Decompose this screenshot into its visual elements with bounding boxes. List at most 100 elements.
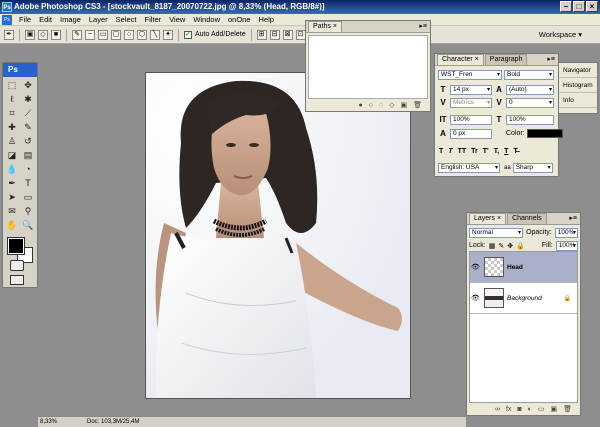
add-to-path-icon[interactable]: ⊞ (256, 29, 267, 40)
zoom-tool-icon[interactable]: 🔍 (21, 219, 36, 232)
intersect-path-icon[interactable]: ⊠ (282, 29, 293, 40)
dock-info[interactable]: Info (559, 93, 597, 108)
workspace-button[interactable]: Workspace ▾ (539, 30, 582, 39)
lasso-tool-icon[interactable]: ℓ (5, 93, 20, 106)
polygon-icon[interactable]: ⬡ (137, 29, 147, 40)
foreground-color-swatch[interactable] (7, 237, 25, 255)
crop-tool-icon[interactable]: ⌗ (5, 107, 20, 120)
minimize-button[interactable]: – (560, 1, 572, 12)
paths-mode-icon[interactable]: ◇ (38, 29, 48, 40)
delete-layer-icon[interactable]: 🗑 (563, 404, 572, 415)
baseline-shift-field[interactable]: 0 px (450, 128, 492, 139)
horizontal-scale-field[interactable]: 100% (506, 114, 554, 125)
menu-window[interactable]: Window (189, 14, 224, 26)
adjustment-layer-icon[interactable]: ◐ (528, 404, 532, 415)
small-caps-button[interactable]: Tr (471, 148, 478, 155)
document-icon[interactable]: Ps (2, 14, 12, 25)
superscript-button[interactable]: T' (483, 148, 489, 155)
ellipse-icon[interactable]: ○ (124, 29, 134, 40)
tab-channels[interactable]: Channels (507, 213, 547, 224)
font-style-select[interactable]: Bold (504, 69, 554, 80)
menu-view[interactable]: View (165, 14, 189, 26)
panel-menu-icon[interactable]: ▸≡ (419, 22, 427, 30)
link-layers-icon[interactable]: ∞ (495, 404, 500, 415)
menu-onone[interactable]: onOne (224, 14, 255, 26)
lock-position-icon[interactable]: ✥ (507, 242, 513, 250)
lock-transparency-icon[interactable]: ▦ (489, 242, 496, 250)
menu-file[interactable]: File (15, 14, 35, 26)
faux-bold-button[interactable]: T (439, 148, 443, 155)
quick-mask-icon[interactable] (10, 260, 24, 271)
delete-path-icon[interactable]: 🗑 (413, 100, 422, 111)
custom-shape-icon[interactable]: ✦ (163, 29, 173, 40)
shape-layers-icon[interactable]: ▣ (25, 29, 35, 40)
clone-stamp-icon[interactable]: ♙ (5, 135, 20, 148)
pen-icon[interactable]: ✎ (72, 29, 82, 40)
fill-path-icon[interactable]: ● (358, 100, 362, 111)
menu-layer[interactable]: Layer (85, 14, 112, 26)
fill-field[interactable]: 100% (555, 240, 578, 251)
new-group-icon[interactable]: ▭ (538, 404, 545, 415)
lock-pixels-icon[interactable]: ✎ (498, 242, 504, 250)
strikethrough-button[interactable]: T̶ (513, 148, 517, 155)
new-layer-icon[interactable]: ▣ (550, 404, 557, 415)
menu-filter[interactable]: Filter (141, 14, 166, 26)
all-caps-button[interactable]: TT (458, 148, 467, 155)
dock-navigator[interactable]: Navigator (559, 63, 597, 78)
subtract-path-icon[interactable]: ⊟ (269, 29, 280, 40)
faux-italic-button[interactable]: T (448, 148, 452, 155)
dock-histogram[interactable]: Histogram (559, 78, 597, 93)
freeform-pen-icon[interactable]: ~ (85, 29, 95, 40)
marquee-tool-icon[interactable]: ⬚ (5, 79, 20, 92)
menu-edit[interactable]: Edit (35, 14, 56, 26)
layer-row-head[interactable]: 👁 Head (470, 252, 577, 283)
photoshop-app-icon[interactable]: Ps (2, 2, 12, 12)
vertical-scale-field[interactable]: 100% (450, 114, 492, 125)
eraser-tool-icon[interactable]: ◪ (5, 149, 20, 162)
stroke-path-icon[interactable]: ○ (369, 100, 373, 111)
add-mask-icon[interactable]: ◙ (517, 404, 521, 415)
language-select[interactable]: English: USA (438, 162, 500, 173)
move-tool-icon[interactable]: ✥ (21, 79, 36, 92)
history-brush-icon[interactable]: ↺ (21, 135, 36, 148)
maximize-button[interactable]: □ (573, 1, 585, 12)
auto-add-delete-checkbox[interactable]: ✓ (184, 30, 192, 39)
rectangle-icon[interactable]: ▭ (98, 29, 108, 40)
dodge-tool-icon[interactable]: ◔ (21, 163, 36, 176)
magic-wand-tool-icon[interactable]: ✱ (21, 93, 36, 106)
tab-paragraph[interactable]: Paragraph (484, 54, 528, 65)
shape-tool-icon[interactable]: ▭ (21, 191, 36, 204)
antialias-select[interactable]: Sharp (512, 162, 553, 173)
panel-menu-icon[interactable]: ▸≡ (547, 55, 555, 63)
tracking-select[interactable]: 0 (506, 97, 554, 108)
make-work-path-icon[interactable]: ◇ (389, 100, 394, 111)
healing-brush-icon[interactable]: ✚ (5, 121, 20, 134)
layer-style-icon[interactable]: fx (506, 404, 511, 415)
slice-tool-icon[interactable]: ⟋ (21, 107, 36, 120)
document-canvas[interactable] (145, 72, 411, 399)
tab-paths[interactable]: Paths × (308, 21, 342, 32)
opacity-field[interactable]: 100% (554, 227, 578, 238)
eye-icon[interactable]: 👁 (470, 294, 481, 302)
screen-mode-icon[interactable] (10, 275, 24, 285)
line-icon[interactable]: ╲ (150, 29, 160, 40)
blur-tool-icon[interactable]: 💧 (5, 163, 20, 176)
close-button[interactable]: × (586, 1, 598, 12)
blend-mode-select[interactable]: Normal (469, 227, 524, 238)
menu-image[interactable]: Image (56, 14, 85, 26)
underline-button[interactable]: T (504, 148, 508, 155)
font-family-select[interactable]: WST_Fren (438, 69, 502, 80)
pen-tool-icon[interactable]: ✒ (5, 177, 20, 190)
pen-tool-preset-icon[interactable]: ✒ (4, 29, 14, 40)
type-tool-icon[interactable]: T (21, 177, 36, 190)
menu-help[interactable]: Help (255, 14, 278, 26)
tab-layers[interactable]: Layers × (469, 213, 507, 224)
font-size-select[interactable]: 14 px (450, 84, 492, 95)
panel-menu-icon[interactable]: ▸≡ (569, 214, 577, 222)
gradient-tool-icon[interactable]: ▤ (21, 149, 36, 162)
notes-tool-icon[interactable]: ✉ (5, 205, 20, 218)
eyedropper-tool-icon[interactable]: ⚲ (21, 205, 36, 218)
brush-tool-icon[interactable]: ✎ (21, 121, 36, 134)
menu-select[interactable]: Select (112, 14, 141, 26)
eye-icon[interactable]: 👁 (470, 263, 481, 271)
